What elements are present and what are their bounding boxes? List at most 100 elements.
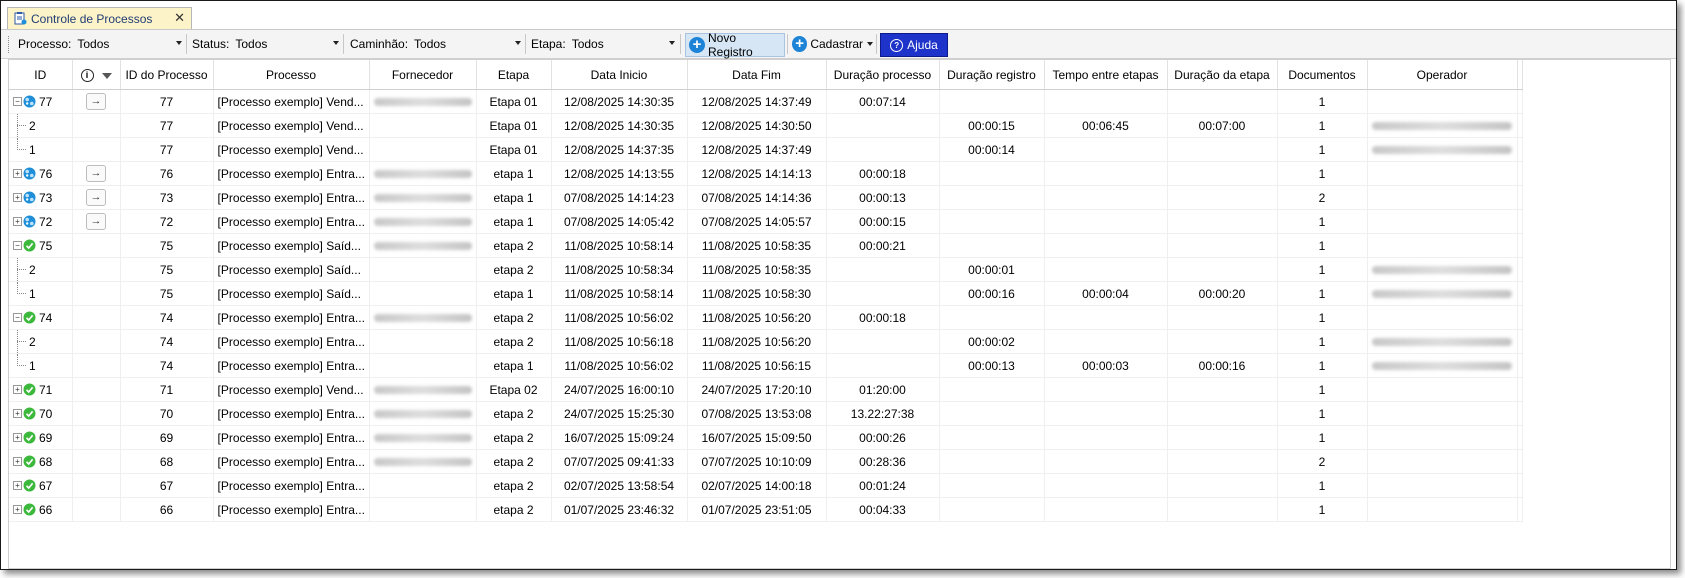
cell-processo[interactable]: [Processo exemplo] Vend... bbox=[213, 137, 370, 162]
col-header-fornecedor[interactable]: Fornecedor bbox=[369, 60, 477, 90]
cell-data-fim[interactable]: 07/08/2025 14:14:36 bbox=[687, 185, 827, 210]
cell-id[interactable]: +67 bbox=[9, 473, 73, 498]
cell-fornecedor[interactable] bbox=[369, 185, 477, 210]
cell-id[interactable]: − 74 bbox=[9, 305, 73, 330]
table-row[interactable]: +70 70 [Processo exemplo] Entra... etapa 22… bbox=[9, 401, 1523, 426]
cell-processo[interactable]: [Processo exemplo] Vend... bbox=[213, 377, 370, 402]
cell-duracao-registro[interactable]: 00:00:02 bbox=[939, 329, 1045, 354]
cell-tempo-entre-etapas[interactable] bbox=[1044, 137, 1168, 162]
table-row[interactable]: −75 75 [Processo exemplo] Saíd... etapa 2 11… bbox=[9, 233, 1523, 258]
cell-fornecedor[interactable] bbox=[369, 497, 477, 522]
cell-duracao-registro[interactable] bbox=[939, 497, 1045, 522]
col-header-documentos[interactable]: Documentos bbox=[1277, 60, 1368, 90]
col-header-data-fim[interactable]: Data Fim bbox=[687, 60, 827, 90]
expand-icon[interactable]: + bbox=[13, 217, 22, 227]
cell-fornecedor[interactable] bbox=[369, 305, 477, 330]
status-filter[interactable]: Status: Todos bbox=[192, 34, 339, 54]
cell-tempo-entre-etapas[interactable] bbox=[1044, 209, 1168, 234]
cell-etapa[interactable]: etapa 2 bbox=[476, 425, 552, 450]
cell-id[interactable]: +66 bbox=[9, 497, 73, 522]
cell-operador[interactable] bbox=[1367, 257, 1518, 282]
cell-operador[interactable] bbox=[1367, 449, 1518, 474]
cell-fornecedor[interactable] bbox=[369, 281, 477, 306]
cell-duracao-registro[interactable]: 00:00:01 bbox=[939, 257, 1045, 282]
cell-id-processo[interactable]: 77 bbox=[120, 113, 214, 138]
cell-data-inicio[interactable]: 24/07/2025 16:00:10 bbox=[551, 377, 688, 402]
expand-icon[interactable]: + bbox=[13, 385, 22, 395]
cell-operador[interactable] bbox=[1367, 113, 1518, 138]
cell-documentos[interactable]: 1 bbox=[1277, 161, 1368, 186]
cell-data-fim[interactable]: 07/08/2025 14:05:57 bbox=[687, 209, 827, 234]
cell-id[interactable]: 2 bbox=[9, 257, 73, 282]
cell-data-fim[interactable]: 11/08/2025 10:58:35 bbox=[687, 233, 827, 258]
cell-data-fim[interactable]: 12/08/2025 14:37:49 bbox=[687, 89, 827, 114]
cell-documentos[interactable]: 1 bbox=[1277, 113, 1368, 138]
cell-documentos[interactable]: 1 bbox=[1277, 473, 1368, 498]
cell-duracao-etapa[interactable] bbox=[1167, 377, 1278, 402]
cell-id-processo[interactable]: 74 bbox=[120, 329, 214, 354]
cell-processo[interactable]: [Processo exemplo] Entra... bbox=[213, 161, 370, 186]
cell-data-fim[interactable]: 07/07/2025 10:10:09 bbox=[687, 449, 827, 474]
cell-duracao-registro[interactable]: 00:00:13 bbox=[939, 353, 1045, 378]
cell-operador[interactable] bbox=[1367, 161, 1518, 186]
cell-etapa[interactable]: etapa 2 bbox=[476, 401, 552, 426]
cell-tempo-entre-etapas[interactable] bbox=[1044, 329, 1168, 354]
cell-duracao-registro[interactable] bbox=[939, 401, 1045, 426]
expand-icon[interactable]: + bbox=[13, 409, 22, 419]
tab-controle-processos[interactable]: Controle de Processos ✕ bbox=[7, 7, 192, 29]
col-header-id-processo[interactable]: ID do Processo bbox=[120, 60, 214, 90]
cell-tempo-entre-etapas[interactable]: 00:00:03 bbox=[1044, 353, 1168, 378]
cell-duracao-registro[interactable] bbox=[939, 473, 1045, 498]
cell-tempo-entre-etapas[interactable] bbox=[1044, 257, 1168, 282]
cell-data-fim[interactable]: 12/08/2025 14:37:49 bbox=[687, 137, 827, 162]
table-child-row[interactable]: 1 74 [Processo exemplo] Entra... etapa 1 11/… bbox=[9, 353, 1523, 378]
cell-data-inicio[interactable]: 11/08/2025 10:58:14 bbox=[551, 233, 688, 258]
cell-documentos[interactable]: 1 bbox=[1277, 353, 1368, 378]
cell-duracao-processo[interactable] bbox=[826, 137, 940, 162]
cell-id[interactable]: +71 bbox=[9, 377, 73, 402]
cell-tempo-entre-etapas[interactable] bbox=[1044, 449, 1168, 474]
cell-id[interactable]: 1 bbox=[9, 137, 73, 162]
cell-duracao-etapa[interactable] bbox=[1167, 473, 1278, 498]
cell-data-fim[interactable]: 24/07/2025 17:20:10 bbox=[687, 377, 827, 402]
cell-id[interactable]: 2 bbox=[9, 329, 73, 354]
cell-documentos[interactable]: 1 bbox=[1277, 89, 1368, 114]
cell-duracao-registro[interactable] bbox=[939, 89, 1045, 114]
cell-etapa[interactable]: etapa 2 bbox=[476, 305, 552, 330]
cell-fornecedor[interactable] bbox=[369, 233, 477, 258]
table-child-row[interactable]: 2 74 [Processo exemplo] Entra... etapa 2 11/… bbox=[9, 329, 1523, 354]
cell-operador[interactable] bbox=[1367, 473, 1518, 498]
cell-duracao-processo[interactable]: 00:00:21 bbox=[826, 233, 940, 258]
cell-duracao-etapa[interactable] bbox=[1167, 137, 1278, 162]
cell-id[interactable]: − 77 bbox=[9, 89, 73, 114]
expand-icon[interactable]: + bbox=[13, 433, 22, 443]
cell-documentos[interactable]: 1 bbox=[1277, 425, 1368, 450]
col-header-duracao-registro[interactable]: Duração registro bbox=[939, 60, 1045, 90]
cell-fornecedor[interactable] bbox=[369, 449, 477, 474]
cell-fornecedor[interactable] bbox=[369, 161, 477, 186]
arrow-right-icon[interactable]: → bbox=[86, 165, 106, 182]
cell-documentos[interactable]: 1 bbox=[1277, 497, 1368, 522]
cell-id-processo[interactable]: 74 bbox=[120, 305, 214, 330]
table-row[interactable]: −77 → 77 [Processo exemplo] Vend... Etapa 01… bbox=[9, 89, 1523, 114]
cell-fornecedor[interactable] bbox=[369, 401, 477, 426]
cell-tempo-entre-etapas[interactable] bbox=[1044, 425, 1168, 450]
cell-tempo-entre-etapas[interactable] bbox=[1044, 185, 1168, 210]
toolbar-grip[interactable] bbox=[8, 36, 11, 53]
cell-tempo-entre-etapas[interactable]: 00:06:45 bbox=[1044, 113, 1168, 138]
cell-etapa[interactable]: etapa 2 bbox=[476, 473, 552, 498]
cell-data-fim[interactable]: 02/07/2025 14:00:18 bbox=[687, 473, 827, 498]
cell-duracao-registro[interactable]: 00:00:14 bbox=[939, 137, 1045, 162]
processo-filter[interactable]: Processo: Todos bbox=[18, 34, 182, 54]
cell-tempo-entre-etapas[interactable] bbox=[1044, 233, 1168, 258]
cell-etapa[interactable]: etapa 1 bbox=[476, 209, 552, 234]
caminhao-filter[interactable]: Caminhão: Todos bbox=[350, 34, 521, 54]
cell-etapa[interactable]: etapa 2 bbox=[476, 329, 552, 354]
cell-data-inicio[interactable]: 12/08/2025 14:30:35 bbox=[551, 113, 688, 138]
cell-etapa[interactable]: Etapa 01 bbox=[476, 113, 552, 138]
cell-etapa[interactable]: Etapa 01 bbox=[476, 137, 552, 162]
cell-data-fim[interactable]: 11/08/2025 10:56:15 bbox=[687, 353, 827, 378]
cell-fornecedor[interactable] bbox=[369, 137, 477, 162]
cell-duracao-processo[interactable]: 00:00:13 bbox=[826, 185, 940, 210]
cell-data-inicio[interactable]: 11/08/2025 10:56:18 bbox=[551, 329, 688, 354]
